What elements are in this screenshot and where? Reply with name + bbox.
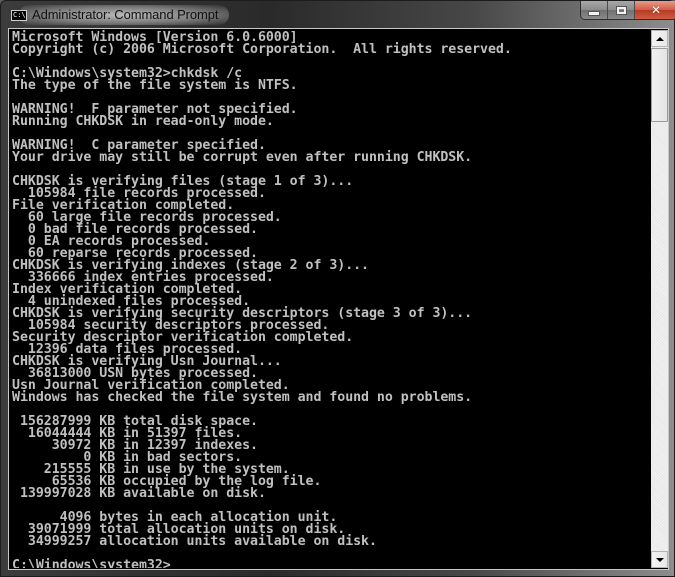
scroll-up-arrow-icon (655, 36, 664, 41)
console-line: Copyright (c) 2006 Microsoft Corporation… (12, 42, 512, 57)
console-client-area: Microsoft Windows [Version 6.0.6000] Copy… (8, 28, 669, 570)
caption-buttons: ✕ (580, 1, 675, 20)
title-bar[interactable]: C:\_ Administrator: Command Prompt ✕ (1, 1, 675, 28)
console-icon[interactable]: C:\_ (11, 10, 27, 21)
close-button[interactable]: ✕ (635, 1, 675, 19)
scroll-down-arrow-icon (655, 557, 664, 562)
scrollbar-thumb[interactable] (651, 48, 668, 122)
console-line: 139997028 KB available on disk. (12, 486, 266, 501)
minimize-button[interactable] (581, 1, 608, 19)
console-line: 34999257 allocation units available on d… (12, 534, 377, 549)
console-line: The type of the file system is NTFS. (12, 78, 298, 93)
maximize-icon (615, 5, 627, 15)
vertical-scrollbar[interactable] (651, 30, 668, 568)
command-prompt: C:\Windows\system32> (12, 558, 171, 568)
scroll-up-button[interactable] (651, 30, 668, 47)
window-title: Administrator: Command Prompt (32, 7, 219, 22)
console-line: Your drive may still be corrupt even aft… (12, 150, 473, 165)
close-icon: ✕ (650, 3, 662, 17)
minimize-icon (588, 10, 600, 16)
console-line: Running CHKDSK in read-only mode. (12, 114, 274, 129)
console-output[interactable]: Microsoft Windows [Version 6.0.6000] Copy… (10, 30, 651, 568)
prompt-line[interactable]: C:\Windows\system32> (12, 558, 651, 568)
command-prompt-window: C:\_ Administrator: Command Prompt ✕ Mic… (0, 0, 675, 577)
console-text: Microsoft Windows [Version 6.0.6000] Copy… (10, 30, 651, 568)
maximize-button[interactable] (608, 1, 635, 19)
console-line: Windows has checked the file system and … (12, 390, 473, 405)
scroll-down-button[interactable] (651, 551, 668, 568)
